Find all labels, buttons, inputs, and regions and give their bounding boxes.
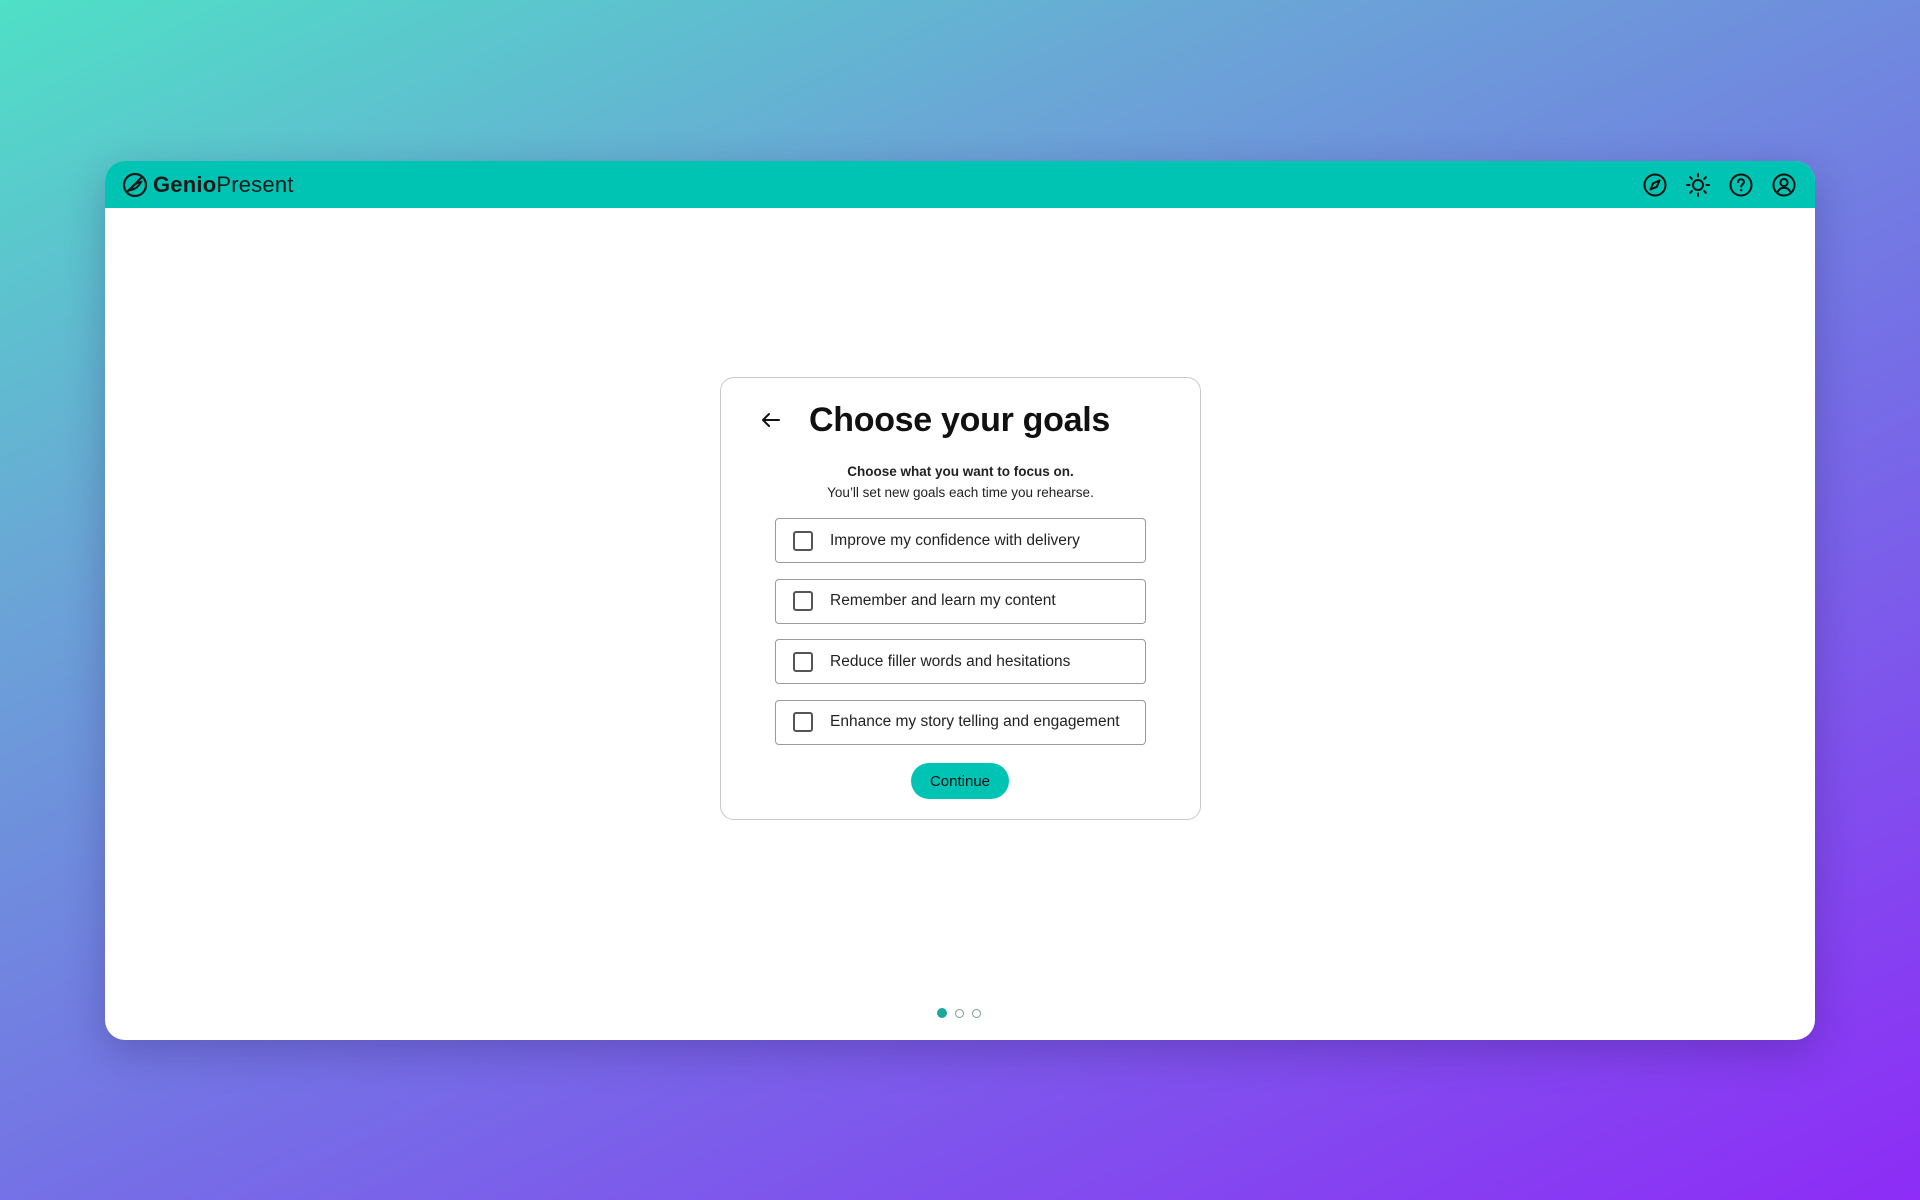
checkbox[interactable] — [793, 591, 813, 611]
pagination-dots — [105, 1008, 1814, 1018]
goals-card: Choose your goals Choose what you want t… — [720, 377, 1201, 820]
goal-option-content[interactable]: Remember and learn my content — [775, 578, 1146, 624]
goal-option-label: Reduce filler words and hesitations — [830, 652, 1071, 670]
subtitle-line-1: Choose what you want to focus on. — [847, 464, 1074, 479]
pagination-dot-1[interactable] — [937, 1008, 947, 1018]
subtitle-line-2: You’ll set new goals each time you rehea… — [827, 485, 1094, 500]
goal-option-label: Improve my confidence with delivery — [830, 531, 1080, 549]
pagination-dot-2[interactable] — [955, 1008, 964, 1018]
continue-button[interactable]: Continue — [911, 763, 1009, 799]
checkbox[interactable] — [793, 530, 813, 551]
pagination-dot-3[interactable] — [972, 1008, 981, 1018]
compass-icon[interactable] — [1641, 171, 1668, 198]
checkbox[interactable] — [793, 651, 813, 672]
goal-option-filler-words[interactable]: Reduce filler words and hesitations — [775, 639, 1146, 684]
page-title: Choose your goals — [809, 401, 1110, 439]
subtitle: Choose what you want to focus on. You’ll… — [721, 461, 1200, 503]
back-arrow-icon[interactable] — [757, 406, 785, 434]
brand-name-light: Present — [216, 171, 294, 197]
goal-option-confidence[interactable]: Improve my confidence with delivery — [775, 518, 1146, 563]
help-icon[interactable] — [1727, 171, 1754, 198]
goal-options: Improve my confidence with delivery Reme… — [775, 518, 1146, 760]
goal-option-label: Enhance my story telling and engagement — [830, 713, 1120, 730]
brand-name: GenioPresent — [153, 172, 294, 198]
card-header: Choose your goals — [721, 398, 1200, 442]
goal-option-storytelling[interactable]: Enhance my story telling and engagement — [775, 699, 1146, 745]
genio-logo-icon — [121, 171, 149, 199]
brand-name-bold: Genio — [153, 171, 217, 197]
checkbox[interactable] — [793, 712, 813, 732]
app-window: GenioPresent Choose your goals Choose wh… — [105, 161, 1815, 1040]
header-actions — [1641, 171, 1797, 198]
top-bar: GenioPresent — [105, 161, 1815, 208]
goal-option-label: Remember and learn my content — [830, 592, 1056, 609]
sun-icon[interactable] — [1684, 171, 1711, 198]
account-icon[interactable] — [1770, 171, 1797, 198]
brand[interactable]: GenioPresent — [121, 171, 294, 199]
